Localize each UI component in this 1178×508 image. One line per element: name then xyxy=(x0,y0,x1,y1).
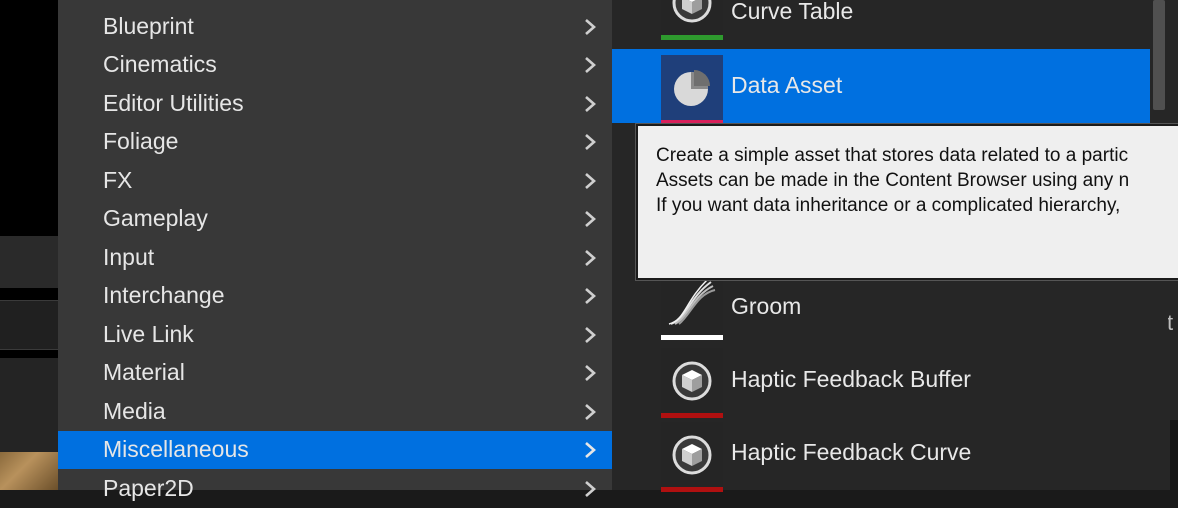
chevron-right-icon xyxy=(585,442,596,458)
chevron-right-icon xyxy=(585,250,596,266)
chevron-right-icon xyxy=(585,173,596,189)
menu-item-label: Cinematics xyxy=(103,51,217,77)
menu-item-material[interactable]: Material xyxy=(58,354,612,392)
menu-item-label: Material xyxy=(103,359,185,385)
asset-label: Curve Table xyxy=(731,0,854,24)
hair-strands-icon xyxy=(668,279,716,325)
chevron-right-icon xyxy=(585,96,596,112)
asset-thumbnail xyxy=(661,55,723,125)
asset-thumbnail xyxy=(661,422,723,492)
asset-label: Haptic Feedback Curve xyxy=(731,439,972,465)
menu-item-editor-utilities[interactable]: Editor Utilities xyxy=(58,85,612,123)
menu-item-label: Media xyxy=(103,398,166,424)
scrollbar-thumb[interactable] xyxy=(1153,0,1165,110)
asset-type-color-bar xyxy=(661,35,723,40)
menu-item-label: Foliage xyxy=(103,128,179,154)
cube-icon xyxy=(672,0,712,23)
asset-type-color-bar xyxy=(661,335,723,340)
right-panel-bar xyxy=(1170,420,1178,490)
cube-icon xyxy=(672,435,712,475)
menu-item-label: Editor Utilities xyxy=(103,90,244,116)
tooltip-line: If you want data inheritance or a compli… xyxy=(656,195,1121,216)
asset-thumbnail xyxy=(661,348,723,418)
menu-item-label: Gameplay xyxy=(103,205,208,231)
asset-label: Haptic Feedback Buffer xyxy=(731,366,971,392)
chevron-right-icon xyxy=(585,134,596,150)
menu-item-label: FX xyxy=(103,167,133,193)
menu-item-input[interactable]: Input xyxy=(58,239,612,277)
asset-item-groom[interactable]: Groom xyxy=(612,270,1150,344)
asset-thumbnail xyxy=(661,0,723,40)
chevron-right-icon xyxy=(585,404,596,420)
asset-thumbnail xyxy=(661,270,723,340)
chevron-right-icon xyxy=(585,365,596,381)
menu-item-live-link[interactable]: Live Link xyxy=(58,316,612,354)
toolbar-strip xyxy=(0,236,58,288)
menu-item-label: Blueprint xyxy=(103,13,194,39)
menu-item-label: Live Link xyxy=(103,321,194,347)
menu-item-media[interactable]: Media xyxy=(58,393,612,431)
pie-chart-icon xyxy=(674,70,710,106)
asset-label: Data Asset xyxy=(731,72,843,98)
asset-item-data-asset[interactable]: Data Asset xyxy=(612,49,1150,125)
menu-item-interchange[interactable]: Interchange xyxy=(58,277,612,315)
menu-item-gameplay[interactable]: Gameplay xyxy=(58,200,612,238)
asset-item-haptic-feedback-curve[interactable]: Haptic Feedback Curve xyxy=(612,418,1150,492)
asset-item-haptic-feedback-buffer[interactable]: Haptic Feedback Buffer xyxy=(612,344,1150,418)
menu-item-cinematics[interactable]: Cinematics xyxy=(58,46,612,84)
chevron-right-icon xyxy=(585,211,596,227)
chevron-right-icon xyxy=(585,288,596,304)
menu-item-label: Input xyxy=(103,244,155,270)
data-asset-tooltip: Create a simple asset that stores data r… xyxy=(636,124,1178,280)
menu-item-label: Miscellaneous xyxy=(103,436,249,462)
asset-label: Groom xyxy=(731,293,802,319)
menu-item-label: Interchange xyxy=(103,282,225,308)
toolbar-strip-2 xyxy=(0,300,58,350)
menu-item-label: Paper2D xyxy=(103,475,194,501)
menu-item-fx[interactable]: FX xyxy=(58,162,612,200)
cube-icon xyxy=(672,361,712,401)
tooltip-line: Assets can be made in the Content Browse… xyxy=(656,170,1130,191)
viewport-thumbnail xyxy=(0,452,58,490)
category-menu: Blueprint Cinematics Editor Utilities Fo… xyxy=(58,0,612,501)
chevron-right-icon xyxy=(585,57,596,73)
chevron-right-icon xyxy=(585,481,596,497)
menu-item-foliage[interactable]: Foliage xyxy=(58,123,612,161)
chevron-right-icon xyxy=(585,327,596,343)
chevron-right-icon xyxy=(585,19,596,35)
asset-item-curve-table[interactable]: Curve Table xyxy=(612,0,1150,44)
tooltip-line: Create a simple asset that stores data r… xyxy=(656,145,1129,166)
menu-item-paper2d[interactable]: Paper2D xyxy=(58,470,612,508)
menu-item-miscellaneous[interactable]: Miscellaneous xyxy=(58,431,612,469)
menu-item-blueprint[interactable]: Blueprint xyxy=(58,8,612,46)
